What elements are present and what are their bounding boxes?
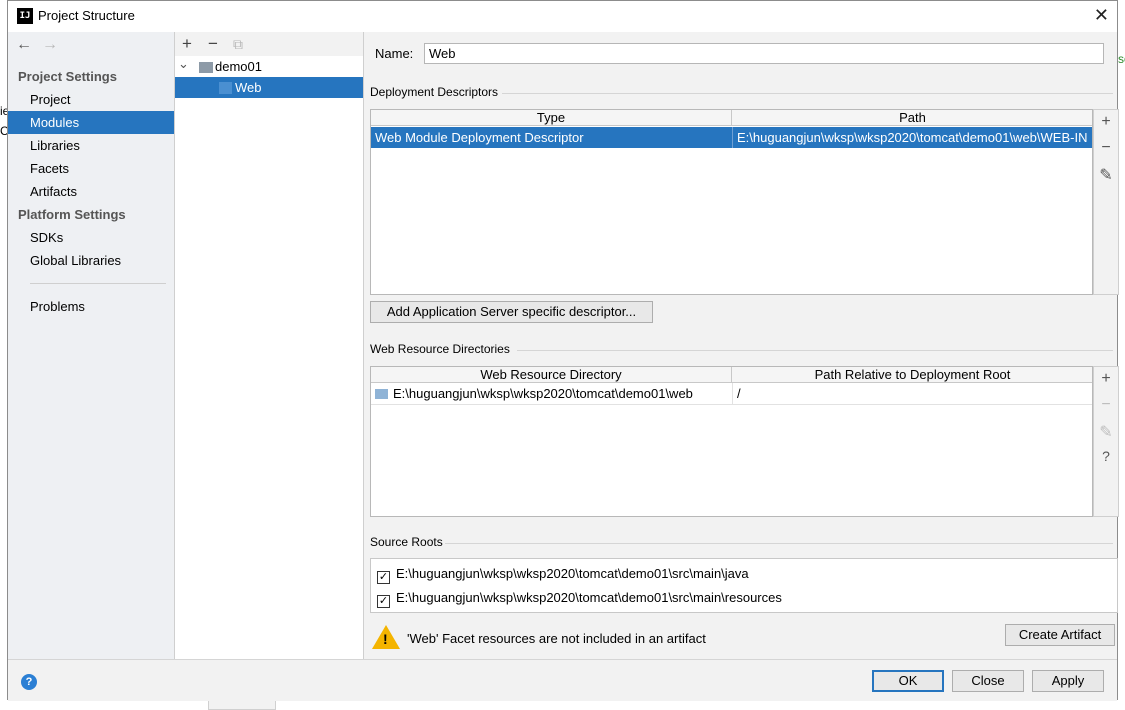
- copy-icon[interactable]: ⧉: [233, 36, 243, 53]
- table-row[interactable]: Web Module Deployment Descriptor E:\hugu…: [371, 127, 1092, 148]
- nav-item-sdks[interactable]: SDKs: [8, 226, 174, 249]
- group-divider: [445, 543, 1113, 544]
- group-divider: [502, 93, 1113, 94]
- apply-button[interactable]: Apply: [1032, 670, 1104, 692]
- tree-node-web[interactable]: Web: [175, 77, 363, 98]
- nav-item-problems[interactable]: Problems: [8, 295, 174, 318]
- tree-node-demo01[interactable]: ⌄ demo01: [175, 56, 363, 77]
- nav-arrows: ← →: [16, 36, 68, 54]
- module-tree-pane: + − ⧉ ⌄ demo01 Web: [175, 32, 364, 659]
- add-icon[interactable]: +: [182, 34, 192, 54]
- warning-exclamation: !: [383, 631, 388, 647]
- chevron-down-icon[interactable]: ⌄: [178, 53, 189, 74]
- group-divider: [517, 350, 1113, 351]
- help-icon[interactable]: ?: [21, 674, 37, 690]
- source-root-path: E:\huguangjun\wksp\wksp2020\tomcat\demo0…: [396, 566, 749, 581]
- intellij-logo-icon: IJ: [17, 8, 33, 24]
- window-title: Project Structure: [38, 8, 135, 23]
- column-header-relative-path[interactable]: Path Relative to Deployment Root: [732, 367, 1092, 383]
- nav-item-facets[interactable]: Facets: [8, 157, 174, 180]
- title-bar: IJ Project Structure ✕: [8, 1, 1117, 32]
- remove-directory-icon[interactable]: −: [1094, 396, 1118, 414]
- remove-descriptor-icon[interactable]: −: [1094, 139, 1118, 157]
- background-tab: [208, 700, 276, 710]
- web-resource-directories-title: Web Resource Directories: [370, 342, 510, 356]
- forward-arrow-icon[interactable]: →: [42, 36, 58, 53]
- source-root-item[interactable]: ✓ E:\huguangjun\wksp\wksp2020\tomcat\demo…: [377, 588, 782, 608]
- artifact-warning: ! 'Web' Facet resources are not included…: [364, 625, 744, 651]
- descriptor-path-cell: E:\huguangjun\wksp\wksp2020\tomcat\demo0…: [732, 127, 1092, 148]
- ok-button[interactable]: OK: [872, 670, 944, 692]
- checkbox-checked-icon[interactable]: ✓: [377, 595, 390, 608]
- deployment-descriptors-table: Type Path Web Module Deployment Descript…: [370, 109, 1093, 295]
- add-server-descriptor-button[interactable]: Add Application Server specific descript…: [370, 301, 653, 323]
- create-artifact-button[interactable]: Create Artifact: [1005, 624, 1115, 646]
- tree-node-label: demo01: [215, 59, 262, 74]
- web-facet-panel: Name: Web Deployment Descriptors Type Pa…: [364, 32, 1119, 659]
- checkbox-checked-icon[interactable]: ✓: [377, 571, 390, 584]
- tree-node-label: Web: [235, 80, 262, 95]
- module-folder-icon: [199, 62, 213, 73]
- web-facet-icon: [219, 82, 232, 94]
- column-header-web-resource-directory[interactable]: Web Resource Directory: [371, 367, 732, 383]
- back-arrow-icon[interactable]: ←: [16, 36, 32, 53]
- deployment-descriptors-title: Deployment Descriptors: [370, 85, 499, 99]
- close-icon[interactable]: ✕: [1094, 5, 1109, 26]
- column-header-path[interactable]: Path: [732, 110, 1092, 126]
- dialog-footer: ? OK Close Apply: [8, 659, 1117, 701]
- add-descriptor-icon[interactable]: +: [1094, 113, 1118, 131]
- relative-path-cell: /: [732, 383, 1092, 404]
- source-root-item[interactable]: ✓ E:\huguangjun\wksp\wksp2020\tomcat\demo…: [377, 564, 749, 584]
- platform-settings-title: Platform Settings: [18, 207, 126, 222]
- nav-item-global-libraries[interactable]: Global Libraries: [8, 249, 174, 272]
- source-roots-title: Source Roots: [370, 535, 443, 549]
- add-directory-icon[interactable]: +: [1094, 370, 1118, 388]
- remove-icon[interactable]: −: [208, 34, 218, 54]
- source-root-path: E:\huguangjun\wksp\wksp2020\tomcat\demo0…: [396, 590, 782, 605]
- resource-directory-cell: E:\huguangjun\wksp\wksp2020\tomcat\demo0…: [371, 383, 732, 404]
- column-header-type[interactable]: Type: [371, 110, 732, 126]
- nav-item-modules[interactable]: Modules: [8, 111, 174, 134]
- resource-directory-path: E:\huguangjun\wksp\wksp2020\tomcat\demo0…: [393, 386, 693, 401]
- descriptor-type-cell: Web Module Deployment Descriptor: [375, 130, 584, 145]
- background-text-fragment: so: [1118, 52, 1125, 66]
- descriptor-tools: + − ✎: [1093, 109, 1119, 295]
- tree-toolbar: + − ⧉: [175, 32, 363, 56]
- nav-item-project[interactable]: Project: [8, 88, 174, 111]
- edit-directory-icon[interactable]: ✎: [1094, 422, 1118, 442]
- help-icon[interactable]: ?: [1094, 448, 1118, 464]
- project-structure-dialog: IJ Project Structure ✕ ← → Project Settin…: [7, 0, 1119, 701]
- name-label: Name:: [375, 46, 414, 61]
- resource-directory-tools: + − ✎ ?: [1093, 366, 1119, 517]
- warning-text: 'Web' Facet resources are not included i…: [407, 631, 706, 646]
- table-row[interactable]: E:\huguangjun\wksp\wksp2020\tomcat\demo0…: [371, 383, 1092, 405]
- source-roots-list: ✓ E:\huguangjun\wksp\wksp2020\tomcat\demo…: [370, 558, 1118, 613]
- project-settings-title: Project Settings: [18, 69, 117, 84]
- name-input[interactable]: Web: [424, 43, 1104, 64]
- nav-divider: [30, 283, 166, 284]
- edit-descriptor-icon[interactable]: ✎: [1094, 165, 1118, 185]
- close-button[interactable]: Close: [952, 670, 1024, 692]
- nav-item-libraries[interactable]: Libraries: [8, 134, 174, 157]
- settings-nav-pane: ← → Project Settings Project Modules Libr…: [8, 32, 175, 659]
- nav-item-artifacts[interactable]: Artifacts: [8, 180, 174, 203]
- folder-icon: [375, 389, 388, 399]
- web-resource-directories-table: Web Resource Directory Path Relative to …: [370, 366, 1093, 517]
